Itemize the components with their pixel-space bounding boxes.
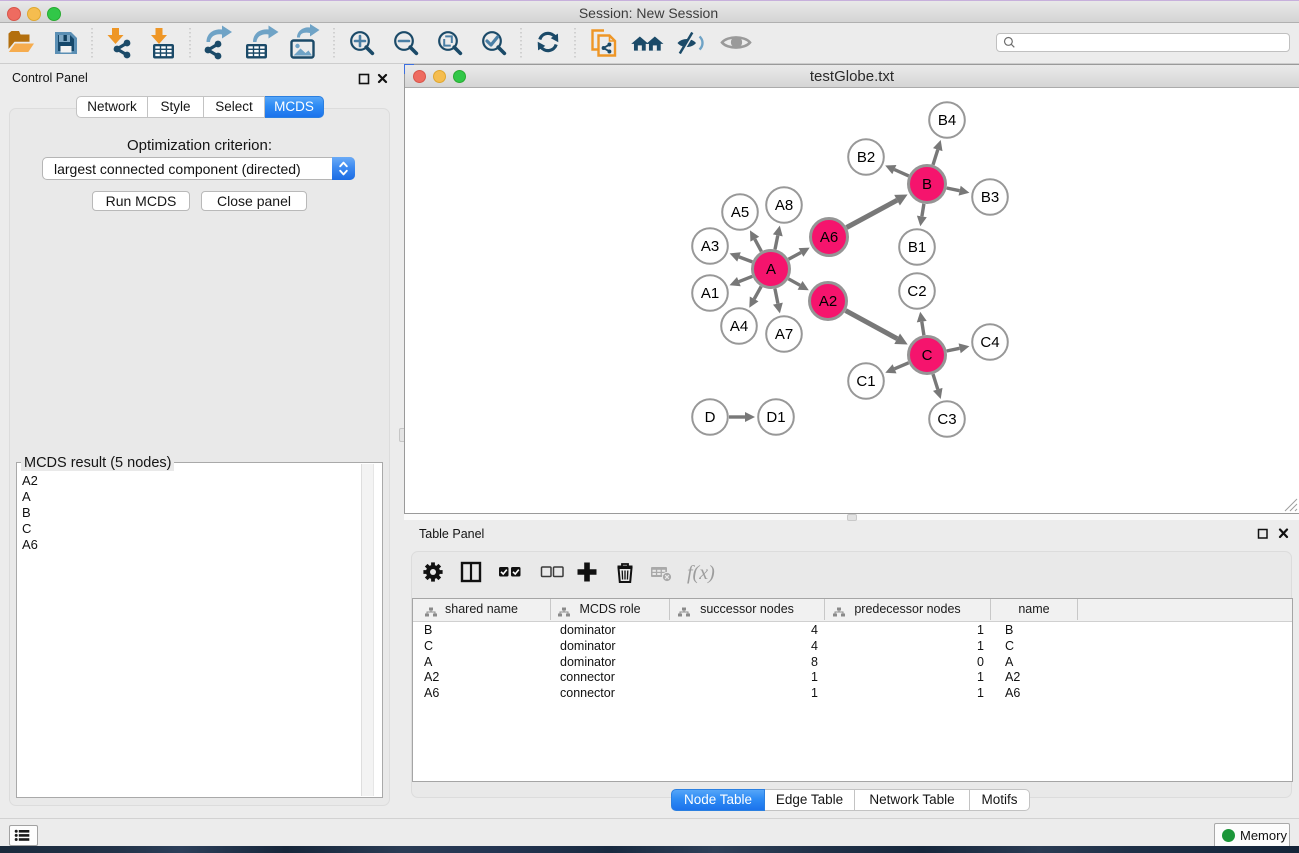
svg-text:A8: A8 [775,197,793,214]
svg-text:C: C [922,347,933,364]
svg-text:D: D [705,409,716,426]
svg-text:f(x): f(x) [687,562,715,584]
svg-text:D1: D1 [766,409,785,426]
svg-text:B3: B3 [981,189,999,206]
svg-text:A: A [766,261,776,278]
svg-text:B1: B1 [908,239,926,256]
svg-text:B: B [922,176,932,193]
svg-text:A1: A1 [701,285,719,302]
svg-text:A4: A4 [730,318,748,335]
svg-text:C2: C2 [907,283,926,300]
svg-text:A3: A3 [701,238,719,255]
svg-text:A2: A2 [819,293,837,310]
svg-text:A6: A6 [820,229,838,246]
svg-text:B4: B4 [938,112,956,129]
svg-text:B2: B2 [857,149,875,166]
svg-text:C3: C3 [937,411,956,428]
svg-text:A5: A5 [731,204,749,221]
svg-text:C4: C4 [980,334,999,351]
svg-text:A7: A7 [775,326,793,343]
svg-text:C1: C1 [856,373,875,390]
